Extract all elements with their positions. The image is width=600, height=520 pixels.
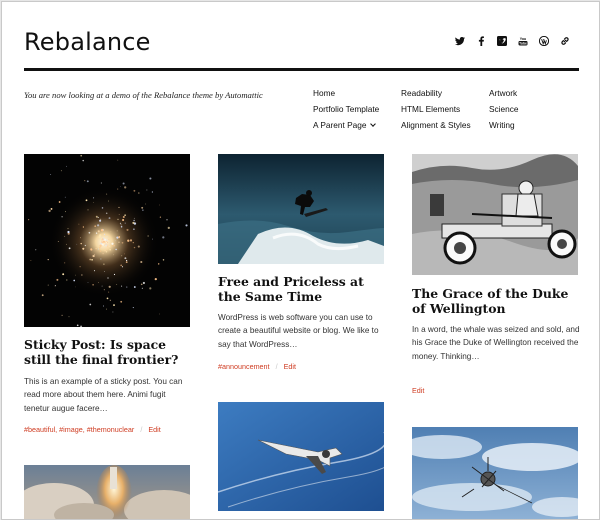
tag-link[interactable]: #announcement <box>218 362 270 371</box>
post-meta: #announcement / Edit <box>218 362 296 371</box>
post-title[interactable]: Sticky Post: Is space still the final fr… <box>24 337 194 367</box>
menu-item-writing[interactable]: Writing <box>489 120 515 130</box>
post-thumbnail-surfer[interactable] <box>218 154 384 264</box>
tag-link[interactable]: #beautiful <box>24 425 55 434</box>
tag-link[interactable]: #themonuclear <box>87 425 135 434</box>
post-thumbnail-star-cluster[interactable] <box>24 154 190 327</box>
chevron-down-icon <box>369 121 376 127</box>
post-thumbnail-lunar-rover[interactable] <box>412 154 578 275</box>
post-thumbnail-rocket-launch[interactable] <box>24 465 190 519</box>
post-thumbnail-space-shuttle[interactable] <box>218 402 384 511</box>
menu-item-html-elements[interactable]: HTML Elements <box>401 104 460 114</box>
post-excerpt: WordPress is web software you can use to… <box>218 313 379 349</box>
menu-item-home[interactable]: Home <box>313 88 335 98</box>
menu-item-readability[interactable]: Readability <box>401 88 442 98</box>
wordpress-icon[interactable] <box>539 35 549 47</box>
site-tagline: You are now looking at a demo of the Reb… <box>24 90 263 100</box>
menu-item-portfolio-template[interactable]: Portfolio Template <box>313 104 379 114</box>
menu-item-a-parent-page[interactable]: A Parent Page <box>313 120 376 130</box>
post-excerpt: In a word, the whale was seized and sold… <box>412 325 580 361</box>
meta-separator: / <box>140 425 143 434</box>
post-meta: Edit <box>412 386 424 395</box>
edit-link[interactable]: Edit <box>284 362 296 371</box>
site-title[interactable]: Rebalance <box>24 28 151 56</box>
post-title[interactable]: Free and Priceless at the Same Time <box>218 274 388 304</box>
edit-link[interactable]: Edit <box>412 386 424 395</box>
link-icon[interactable] <box>560 35 570 47</box>
post-meta: #beautiful, #image, #themonuclear / Edit <box>24 425 161 434</box>
post-title[interactable]: The Grace of the Duke of Wellington <box>412 286 582 316</box>
svg-text:You: You <box>520 37 527 41</box>
social-links: You Tube <box>455 35 570 47</box>
facebook-icon[interactable] <box>476 35 486 47</box>
meta-separator: / <box>275 362 278 371</box>
tag-link[interactable]: #image <box>59 425 83 434</box>
youtube-icon[interactable]: You Tube <box>518 35 528 47</box>
menu-item-alignment-styles[interactable]: Alignment & Styles <box>401 120 471 130</box>
vimeo-icon[interactable] <box>497 35 507 47</box>
menu-item-science[interactable]: Science <box>489 104 519 114</box>
menu-item-a-parent-page-label: A Parent Page <box>313 120 367 130</box>
edit-link[interactable]: Edit <box>148 425 160 434</box>
page: Rebalance You Tube You are now looking at… <box>1 1 600 520</box>
svg-text:Tube: Tube <box>519 42 527 46</box>
post-thumbnail-satellite[interactable] <box>412 427 578 519</box>
menu-item-artwork[interactable]: Artwork <box>489 88 517 98</box>
post-excerpt: This is an example of a sticky post. You… <box>24 377 183 413</box>
twitter-icon[interactable] <box>455 35 465 47</box>
header-divider <box>24 68 579 71</box>
